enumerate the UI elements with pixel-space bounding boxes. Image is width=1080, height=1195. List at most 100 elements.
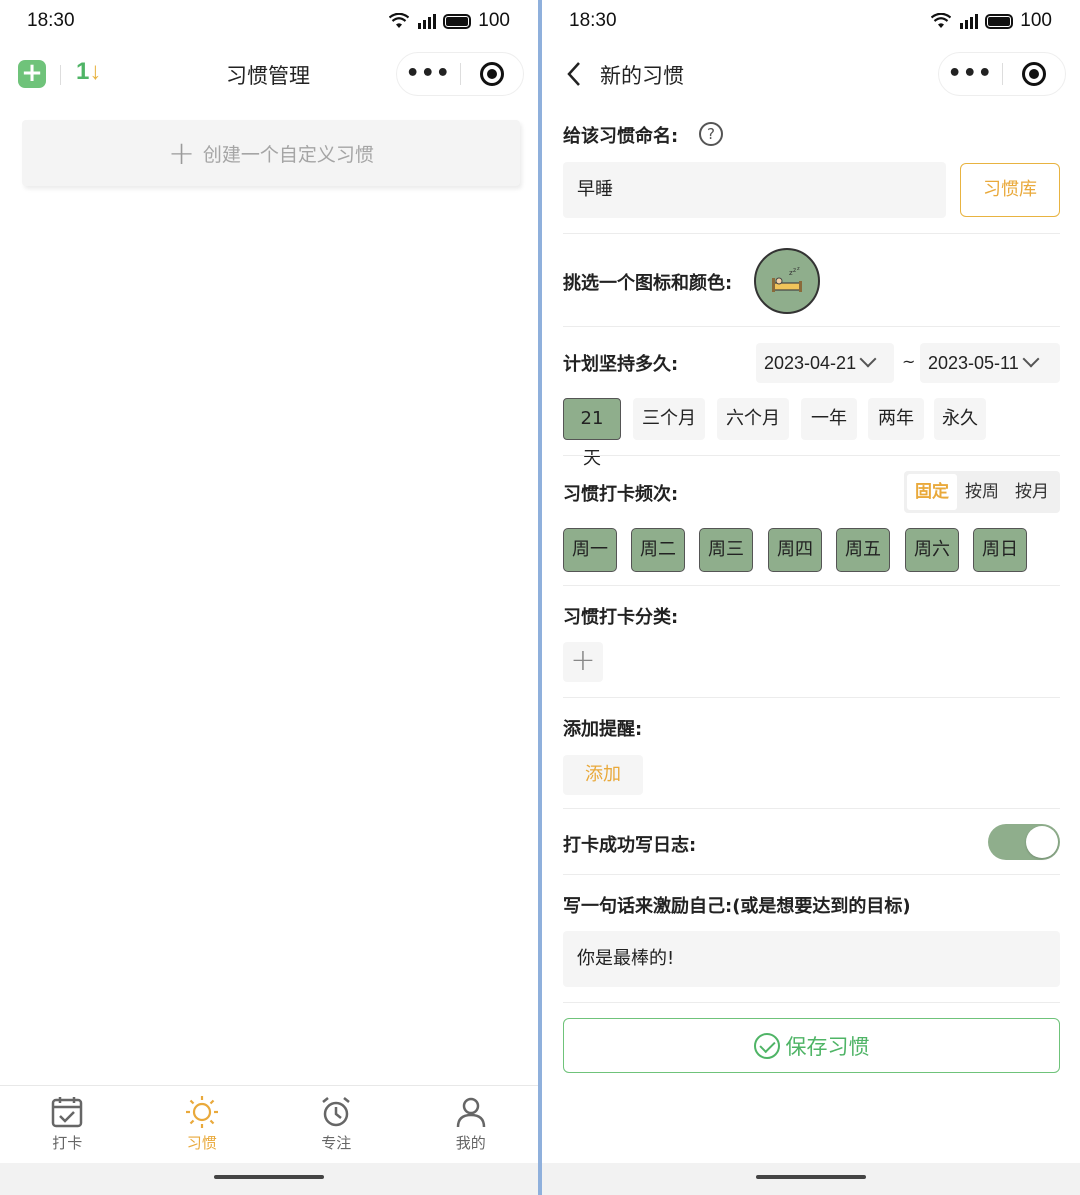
divider <box>563 455 1060 456</box>
help-icon[interactable]: ? <box>699 122 723 146</box>
person-icon <box>456 1097 485 1128</box>
tab-label: 我的 <box>455 1134 486 1152</box>
svg-text:z: z <box>797 266 800 272</box>
tab-label: 打卡 <box>52 1134 83 1152</box>
alarm-clock-icon <box>322 1097 351 1127</box>
habit-name-input[interactable]: 早睡 <box>563 162 946 218</box>
close-miniprogram-button[interactable] <box>1002 62 1065 86</box>
create-habit-label: 创建一个自定义习惯 <box>202 143 374 166</box>
category-label: 习惯打卡分类: <box>563 607 679 628</box>
status-time: 18:30 <box>569 10 617 31</box>
weekday-tue[interactable]: 周二 <box>631 528 685 572</box>
end-date-picker[interactable]: 2023-05-11 <box>920 343 1060 383</box>
habit-library-button[interactable]: 习惯库 <box>960 163 1060 217</box>
tab-bar: 打卡 习惯 专注 我的 <box>0 1085 538 1163</box>
page-title: 习惯管理 <box>226 64 310 88</box>
page-title: 新的习惯 <box>600 64 684 88</box>
frequency-mode-weekly[interactable]: 按周 <box>957 474 1007 510</box>
frequency-mode-monthly[interactable]: 按月 <box>1007 474 1057 510</box>
back-arrow-icon[interactable] <box>564 60 584 88</box>
wifi-icon <box>931 13 952 28</box>
tab-profile[interactable]: 我的 <box>404 1086 539 1163</box>
frequency-mode-fixed[interactable]: 固定 <box>907 474 957 510</box>
weekday-sun[interactable]: 周日 <box>973 528 1027 572</box>
divider <box>563 808 1060 809</box>
create-custom-habit-button[interactable]: + 创建一个自定义习惯 <box>22 120 520 186</box>
plus-icon: + <box>168 134 195 172</box>
journal-toggle[interactable] <box>988 824 1060 860</box>
more-icon[interactable]: ••• <box>939 63 1002 85</box>
check-circle-icon <box>753 1032 780 1059</box>
signal-icon <box>960 14 979 29</box>
app-logo-icon: 1↓ <box>76 58 102 85</box>
target-icon <box>1021 62 1046 86</box>
divider <box>563 1002 1060 1003</box>
habit-name-label: 给该习惯命名: <box>563 126 679 147</box>
svg-text:z: z <box>793 267 796 274</box>
date-separator: ~ <box>902 352 916 371</box>
mini-program-capsule: ••• <box>396 52 524 96</box>
status-time: 18:30 <box>27 10 75 31</box>
tab-label: 习惯 <box>186 1134 217 1152</box>
more-icon[interactable]: ••• <box>397 63 460 85</box>
logo-divider <box>60 65 61 85</box>
duration-option-3months[interactable]: 三个月 <box>633 398 705 440</box>
add-category-button[interactable]: + <box>563 642 603 682</box>
frequency-label: 习惯打卡频次: <box>563 484 679 505</box>
calendar-check-icon <box>52 1097 83 1128</box>
tab-label: 专注 <box>321 1134 352 1152</box>
icon-color-label: 挑选一个图标和颜色: <box>563 273 733 294</box>
nav-bar: + 1↓ 习惯管理 ••• <box>0 44 538 104</box>
sun-icon <box>185 1096 218 1128</box>
divider <box>563 326 1060 327</box>
status-bar: 18:30 100 <box>542 0 1080 42</box>
divider <box>563 874 1060 875</box>
status-bar: 18:30 100 <box>0 0 538 42</box>
tab-habits[interactable]: 习惯 <box>135 1086 270 1163</box>
home-indicator[interactable] <box>756 1175 866 1179</box>
habit-management-screen: 18:30 100 + 1↓ 习惯管理 ••• + 创建一个自定义习惯 打卡 习… <box>0 0 538 1195</box>
start-date-picker[interactable]: 2023-04-21 <box>756 343 894 383</box>
frequency-mode-segmented: 固定 按周 按月 <box>904 471 1060 513</box>
battery-level: 100 <box>1020 10 1052 31</box>
duration-label: 计划坚持多久: <box>563 354 679 375</box>
tab-focus[interactable]: 专注 <box>269 1086 404 1163</box>
nav-bar: 新的习惯 ••• <box>542 44 1080 104</box>
tab-checkin[interactable]: 打卡 <box>0 1086 135 1163</box>
motto-label: 写一句话来激励自己:(或是想要达到的目标) <box>563 896 911 917</box>
new-habit-screen: 18:30 100 新的习惯 ••• 给该习惯命名: ? 早睡 习惯库 挑选一个… <box>542 0 1080 1195</box>
duration-option-6months[interactable]: 六个月 <box>717 398 789 440</box>
divider <box>563 233 1060 234</box>
duration-option-forever[interactable]: 永久 <box>934 398 986 440</box>
duration-option-1year[interactable]: 一年 <box>801 398 857 440</box>
home-indicator-area <box>542 1163 1080 1195</box>
chevron-down-icon <box>1022 350 1040 368</box>
motto-input[interactable]: 你是最棒的! <box>563 931 1060 987</box>
weekday-fri[interactable]: 周五 <box>836 528 890 572</box>
home-indicator-area <box>0 1163 538 1195</box>
start-date-value: 2023-04-21 <box>764 353 857 373</box>
journal-label: 打卡成功写日志: <box>563 835 697 856</box>
divider <box>563 697 1060 698</box>
divider <box>563 585 1060 586</box>
target-icon <box>479 62 504 86</box>
wifi-icon <box>389 13 410 28</box>
weekday-wed[interactable]: 周三 <box>699 528 753 572</box>
battery-level: 100 <box>478 10 510 31</box>
mini-program-capsule: ••• <box>938 52 1066 96</box>
home-indicator[interactable] <box>214 1175 324 1179</box>
weekday-thu[interactable]: 周四 <box>768 528 822 572</box>
save-habit-button[interactable]: 保存习惯 <box>563 1018 1060 1073</box>
weekday-sat[interactable]: 周六 <box>905 528 959 572</box>
add-app-icon[interactable]: + <box>18 60 46 88</box>
habit-icon-picker[interactable]: z z z <box>754 248 820 314</box>
save-habit-label: 保存习惯 <box>785 1034 870 1059</box>
weekday-mon[interactable]: 周一 <box>563 528 617 572</box>
close-miniprogram-button[interactable] <box>460 62 523 86</box>
duration-option-21days[interactable]: 21天 <box>563 398 621 469</box>
chevron-down-icon <box>859 350 877 368</box>
add-reminder-button[interactable]: 添加 <box>563 755 643 795</box>
duration-option-2years[interactable]: 两年 <box>868 398 924 440</box>
reminder-label: 添加提醒: <box>563 719 643 740</box>
signal-icon <box>418 14 437 29</box>
